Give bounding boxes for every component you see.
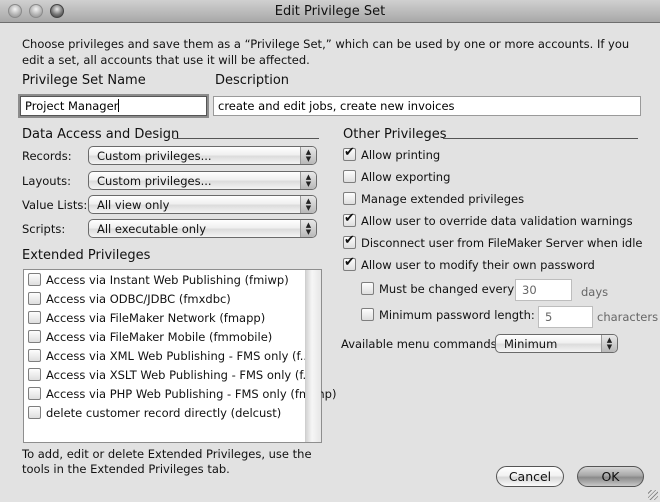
checkbox-icon bbox=[343, 170, 356, 183]
checkbox[interactable] bbox=[28, 406, 41, 419]
window-title: Edit Privilege Set bbox=[274, 4, 386, 19]
list-item[interactable]: Access via XSLT Web Publishing - FMS onl… bbox=[28, 367, 314, 385]
manage-extended-privileges-checkbox[interactable]: Manage extended privileges bbox=[343, 191, 524, 207]
privilege-set-name-input[interactable]: Project Manager bbox=[20, 96, 207, 116]
section-divider bbox=[173, 138, 319, 139]
list-item[interactable]: Access via ODBC/JDBC (fmxdbc) bbox=[28, 291, 231, 309]
cancel-button[interactable]: Cancel bbox=[496, 466, 564, 487]
privilege-set-name-value: Project Manager bbox=[25, 99, 119, 113]
checkbox-label: Minimum password length: bbox=[379, 308, 535, 322]
disconnect-idle-checkbox[interactable]: Disconnect user from FileMaker Server wh… bbox=[343, 233, 643, 251]
list-item-label: Access via Instant Web Publishing (fmiwp… bbox=[46, 273, 289, 287]
checkbox[interactable] bbox=[28, 311, 41, 324]
checkbox-icon bbox=[361, 282, 374, 295]
layouts-popup[interactable]: Custom privileges... ▲ ▼ bbox=[88, 171, 317, 190]
scripts-value: All executable only bbox=[97, 222, 207, 236]
list-item[interactable]: Access via Instant Web Publishing (fmiwp… bbox=[28, 272, 289, 290]
checkbox[interactable] bbox=[28, 349, 41, 362]
checkbox-label: Allow user to override data validation w… bbox=[361, 214, 633, 228]
list-item-label: Access via PHP Web Publishing - FMS only… bbox=[46, 387, 337, 401]
list-scrollbar[interactable] bbox=[305, 270, 321, 442]
checkbox[interactable] bbox=[28, 387, 41, 400]
ok-button[interactable]: OK bbox=[577, 466, 644, 487]
privilege-set-name-label: Privilege Set Name bbox=[22, 73, 146, 88]
value-lists-label: Value Lists: bbox=[22, 198, 88, 212]
value-lists-value: All view only bbox=[97, 198, 170, 212]
updown-arrows-icon: ▲ ▼ bbox=[300, 147, 316, 164]
updown-arrows-icon: ▲ ▼ bbox=[300, 172, 316, 189]
characters-unit-label: characters bbox=[597, 310, 659, 324]
password-change-days-input[interactable]: 30 bbox=[515, 279, 572, 301]
days-unit-label: days bbox=[581, 285, 609, 299]
checkbox-label: Allow printing bbox=[361, 148, 441, 162]
updown-arrows-icon: ▲ ▼ bbox=[601, 335, 617, 352]
allow-printing-checkbox[interactable]: Allow printing bbox=[343, 145, 441, 163]
layouts-label: Layouts: bbox=[22, 174, 71, 188]
checkbox-checked-icon bbox=[343, 255, 356, 271]
description-input[interactable]: create and edit jobs, create new invoice… bbox=[213, 96, 641, 116]
scripts-label: Scripts: bbox=[22, 222, 66, 236]
updown-arrows-icon: ▲ ▼ bbox=[300, 196, 316, 213]
title-bar: Edit Privilege Set bbox=[0, 0, 660, 23]
checkbox-label: Must be changed every bbox=[379, 282, 515, 296]
must-change-checkbox[interactable]: Must be changed every bbox=[361, 281, 514, 297]
checkbox-label: Allow user to modify their own password bbox=[361, 258, 595, 272]
list-item[interactable]: Access via PHP Web Publishing - FMS only… bbox=[28, 386, 336, 404]
updown-arrows-icon: ▲ ▼ bbox=[300, 220, 316, 237]
list-item[interactable]: Access via FileMaker Mobile (fmmobile) bbox=[28, 329, 272, 347]
checkbox[interactable] bbox=[28, 273, 41, 286]
min-password-length-checkbox[interactable]: Minimum password length: bbox=[361, 307, 535, 323]
allow-exporting-checkbox[interactable]: Allow exporting bbox=[343, 169, 450, 185]
list-item[interactable]: Access via XML Web Publishing - FMS only… bbox=[28, 348, 311, 366]
records-value: Custom privileges... bbox=[97, 149, 212, 163]
list-item-label: Access via XSLT Web Publishing - FMS onl… bbox=[46, 368, 314, 382]
menu-commands-value: Minimum bbox=[504, 337, 558, 351]
list-item-label: Access via FileMaker Mobile (fmmobile) bbox=[46, 330, 273, 344]
override-validation-checkbox[interactable]: Allow user to override data validation w… bbox=[343, 211, 633, 229]
resize-grip-icon[interactable] bbox=[648, 490, 658, 500]
checkbox[interactable] bbox=[28, 368, 41, 381]
extended-privileges-list[interactable]: Access via Instant Web Publishing (fmiwp… bbox=[23, 269, 336, 443]
other-privileges-header: Other Privileges bbox=[343, 127, 447, 142]
checkbox-label: Disconnect user from FileMaker Server wh… bbox=[361, 236, 643, 250]
description-label: Description bbox=[215, 73, 290, 88]
records-popup[interactable]: Custom privileges... ▲ ▼ bbox=[88, 146, 317, 165]
menu-commands-popup[interactable]: Minimum ▲ ▼ bbox=[495, 334, 618, 353]
list-item-label: Access via XML Web Publishing - FMS only… bbox=[46, 349, 311, 363]
checkbox-label: Allow exporting bbox=[361, 170, 451, 184]
checkbox-checked-icon bbox=[343, 233, 356, 249]
checkbox-icon bbox=[361, 308, 374, 321]
extended-privileges-header: Extended Privileges bbox=[22, 248, 151, 263]
layouts-value: Custom privileges... bbox=[97, 174, 212, 188]
intro-text: Choose privileges and save them as a “Pr… bbox=[22, 37, 630, 67]
data-access-header: Data Access and Design bbox=[22, 127, 180, 142]
checkbox[interactable] bbox=[28, 330, 41, 343]
checkbox[interactable] bbox=[28, 292, 41, 305]
value-lists-popup[interactable]: All view only ▲ ▼ bbox=[88, 195, 317, 214]
min-password-length-input[interactable]: 5 bbox=[538, 306, 593, 328]
list-item-label: delete customer record directly (delcust… bbox=[46, 406, 282, 420]
records-label: Records: bbox=[22, 149, 72, 163]
section-divider bbox=[443, 138, 638, 139]
checkbox-icon bbox=[343, 192, 356, 205]
list-item[interactable]: delete customer record directly (delcust… bbox=[28, 405, 281, 423]
checkbox-checked-icon bbox=[343, 145, 356, 161]
extended-privileges-note: To add, edit or delete Extended Privileg… bbox=[22, 447, 312, 476]
checkbox-checked-icon bbox=[343, 211, 356, 227]
text-caret bbox=[118, 99, 120, 112]
menu-commands-label: Available menu commands: bbox=[341, 337, 501, 351]
list-item[interactable]: Access via FileMaker Network (fmapp) bbox=[28, 310, 265, 328]
list-item-label: Access via FileMaker Network (fmapp) bbox=[46, 311, 266, 325]
list-item-label: Access via ODBC/JDBC (fmxdbc) bbox=[46, 292, 231, 306]
scripts-popup[interactable]: All executable only ▲ ▼ bbox=[88, 219, 317, 238]
modify-password-checkbox[interactable]: Allow user to modify their own password bbox=[343, 255, 595, 273]
checkbox-label: Manage extended privileges bbox=[361, 192, 525, 206]
